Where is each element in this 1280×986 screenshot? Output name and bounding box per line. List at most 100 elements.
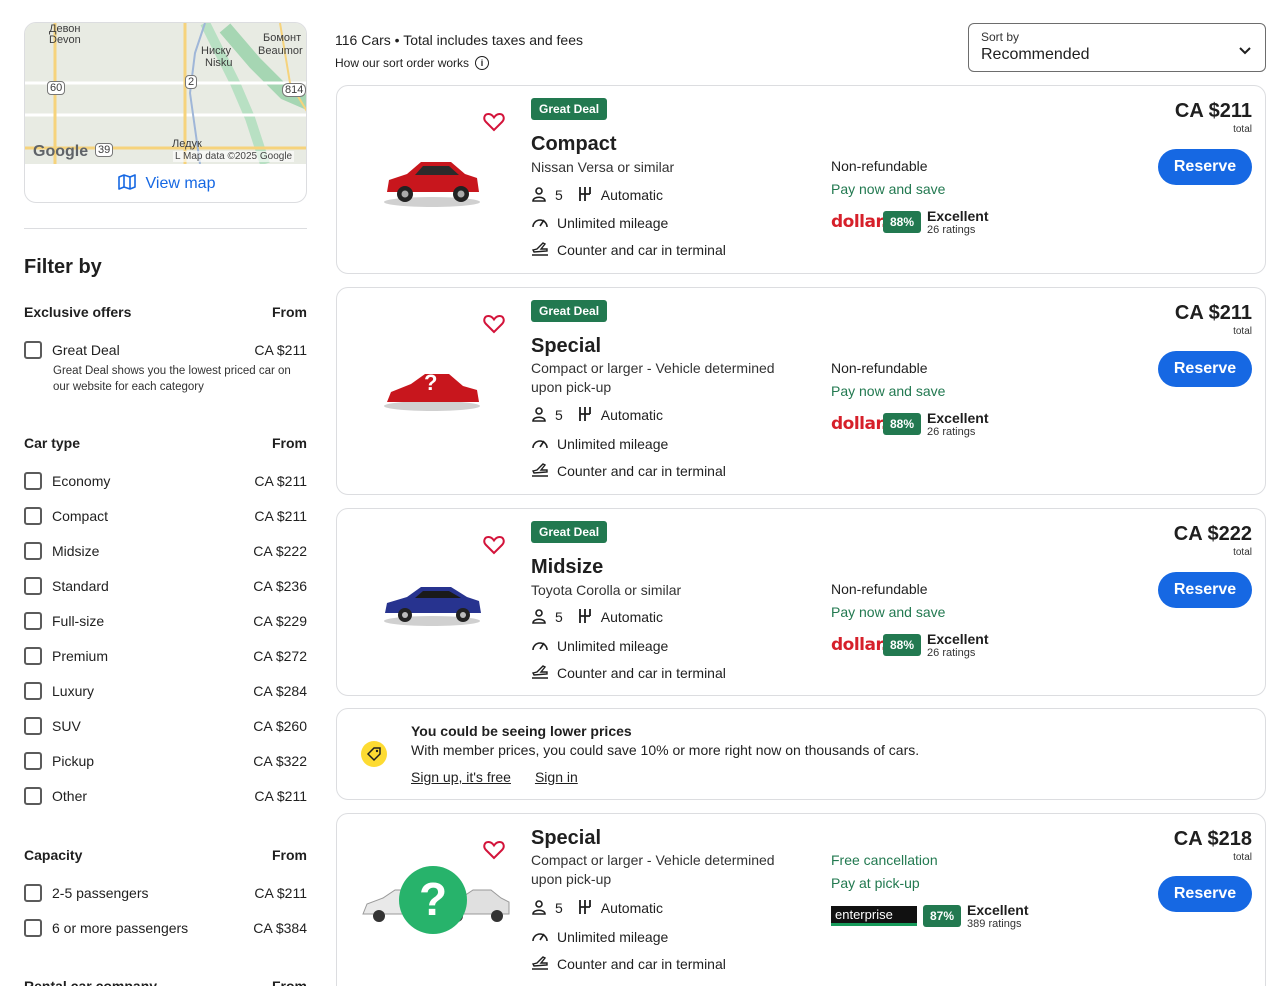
filter-option-6-plus-passengers[interactable]: 6 or more passengers CA $384	[24, 910, 307, 945]
checkbox[interactable]	[24, 471, 42, 490]
filter-from-label: From	[272, 304, 307, 320]
speedometer-icon	[531, 637, 549, 656]
pickup-location: Counter and car in terminal	[557, 463, 726, 479]
car-category-title: Special	[531, 335, 602, 357]
filter-section-title: Exclusive offers	[24, 304, 132, 320]
view-map-link[interactable]: View map	[25, 164, 306, 202]
filter-option-pickup[interactable]: Pickup CA $322	[24, 743, 307, 778]
reserve-button[interactable]: Reserve	[1158, 149, 1252, 185]
filter-rental-company: Rental car company From	[24, 978, 307, 986]
checkbox[interactable]	[24, 611, 42, 630]
filter-car-type: Car type From Economy CA $211 Compact CA $…	[24, 435, 307, 813]
map-road-814: 814	[282, 83, 306, 97]
heart-icon[interactable]	[483, 535, 505, 560]
filters-sidebar: Девон Devon Бомонт Beaumor Ниску Nisku Л…	[24, 22, 307, 986]
checkbox[interactable]	[24, 340, 42, 359]
sort-info-label: How our sort order works	[335, 56, 470, 70]
mileage-row: Unlimited mileage	[531, 213, 668, 233]
filter-option-premium[interactable]: Premium CA $272	[24, 638, 307, 673]
checkbox[interactable]	[24, 576, 42, 595]
map-label-leduc-ru: Ледук	[172, 138, 202, 150]
results-summary: 116 Cars • Total includes taxes and fees	[335, 32, 583, 48]
checkbox[interactable]	[24, 751, 42, 770]
checkbox[interactable]	[24, 716, 42, 735]
filter-option-2-5-passengers[interactable]: 2-5 passengers CA $211	[24, 875, 307, 910]
rating-label: Excellent	[927, 631, 989, 647]
filter-from-label: From	[272, 847, 307, 863]
map-icon	[117, 173, 136, 195]
info-icon: i	[475, 56, 490, 70]
enterprise-logo: enterprise	[831, 906, 917, 926]
filter-option-price: CA $211	[254, 884, 307, 901]
checkbox[interactable]	[24, 786, 42, 805]
mystery-car-image: ?	[377, 358, 487, 428]
rating-text: Excellent 26 ratings	[927, 208, 988, 236]
pickup-row: Counter and car in terminal	[531, 240, 726, 260]
checkbox[interactable]	[24, 918, 42, 937]
filter-option-other[interactable]: Other CA $211	[24, 778, 307, 813]
heart-icon[interactable]	[483, 840, 505, 865]
capacity-list: 2-5 passengers CA $211 6 or more passenge…	[24, 875, 307, 945]
checkbox[interactable]	[24, 541, 42, 560]
filter-option-great-deal[interactable]: Great Deal CA $211	[24, 332, 307, 367]
checkbox[interactable]	[24, 506, 42, 525]
filter-option-standard[interactable]: Standard CA $236	[24, 568, 307, 603]
mileage: Unlimited mileage	[557, 638, 669, 654]
heart-icon[interactable]	[483, 112, 505, 137]
payment-option: Pay now and save	[831, 383, 946, 399]
vendor-rating: dollar. 88% Excellent 26 ratings	[831, 631, 989, 659]
map-image[interactable]: Девон Devon Бомонт Beaumor Ниску Nisku Л…	[25, 23, 306, 164]
sign-in-link[interactable]: Sign in	[535, 769, 578, 785]
airplane-icon	[531, 462, 549, 481]
sort-order-info-link[interactable]: How our sort order works i	[335, 56, 490, 70]
car-features-row: 5 Automatic	[531, 185, 663, 205]
member-prices-banner: You could be seeing lower prices With me…	[336, 708, 1266, 800]
filter-option-compact[interactable]: Compact CA $211	[24, 498, 307, 533]
transmission: Automatic	[600, 900, 664, 916]
view-map-label: View map	[145, 175, 216, 192]
dollar-logo: dollar.	[831, 635, 887, 655]
sort-dropdown[interactable]: Sort by Recommended	[968, 23, 1266, 72]
total-label: total	[1233, 547, 1252, 558]
filter-option-label: Standard	[52, 577, 109, 594]
great-deal-badge: Great Deal	[531, 521, 608, 543]
reserve-button[interactable]: Reserve	[1158, 572, 1252, 608]
filter-option-price: CA $211	[254, 472, 307, 489]
filter-option-label: 2-5 passengers	[52, 884, 149, 901]
rating-count: 26 ratings	[927, 224, 976, 236]
filter-option-suv[interactable]: SUV CA $260	[24, 708, 307, 743]
filter-option-full-size[interactable]: Full-size CA $229	[24, 603, 307, 638]
checkbox[interactable]	[24, 646, 42, 665]
pickup-row: Counter and car in terminal	[531, 954, 726, 974]
total-label: total	[1233, 124, 1252, 135]
reserve-button[interactable]: Reserve	[1158, 351, 1252, 387]
car-offer-card[interactable]: ? Great Deal Special Compact or larger -…	[336, 287, 1266, 495]
dollar-logo: dollar.	[831, 212, 887, 232]
car-offer-card[interactable]: Great Deal Compact Nissan Versa or simil…	[336, 85, 1266, 274]
pickup-row: Counter and car in terminal	[531, 663, 726, 683]
checkbox[interactable]	[24, 681, 42, 700]
reserve-button[interactable]: Reserve	[1158, 876, 1252, 912]
filter-option-price: CA $211	[254, 341, 307, 358]
mileage: Unlimited mileage	[557, 436, 669, 452]
filter-option-label: Great Deal	[52, 341, 120, 358]
filter-option-midsize[interactable]: Midsize CA $222	[24, 533, 307, 568]
filter-option-economy[interactable]: Economy CA $211	[24, 463, 307, 498]
car-offer-card[interactable]: ? Special Compact or larger - Vehicle de…	[336, 813, 1266, 986]
heart-icon[interactable]	[483, 314, 505, 339]
car-image	[377, 567, 487, 637]
filter-option-label: Premium	[52, 647, 109, 664]
map-preview[interactable]: Девон Devon Бомонт Beaumor Ниску Nisku Л…	[24, 22, 307, 203]
filter-option-luxury[interactable]: Luxury CA $284	[24, 673, 307, 708]
filter-option-price: CA $222	[253, 542, 307, 559]
pickup-location: Counter and car in terminal	[557, 665, 726, 681]
mystery-car-image: ?	[361, 862, 511, 942]
map-credit-text: Map data ©2025 Google	[182, 151, 293, 162]
sign-up-link[interactable]: Sign up, it's free	[411, 769, 511, 785]
checkbox[interactable]	[24, 883, 42, 902]
filter-section-header: Exclusive offers From	[24, 304, 307, 324]
car-offer-card[interactable]: Great Deal Midsize Toyota Corolla or sim…	[336, 508, 1266, 696]
filter-section-title: Car type	[24, 435, 81, 451]
car-image	[377, 144, 487, 214]
vendor-rating: dollar. 88% Excellent 26 ratings	[831, 410, 989, 438]
